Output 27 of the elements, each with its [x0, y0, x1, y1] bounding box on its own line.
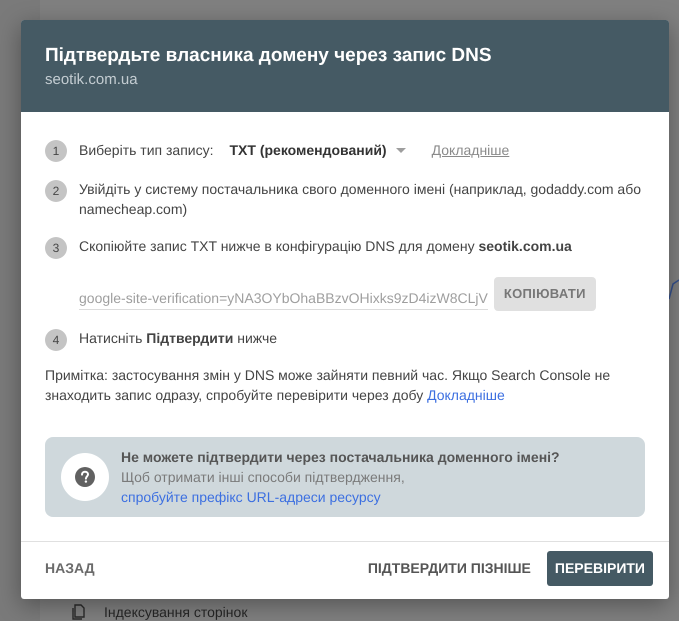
note-text: Примітка: застосування змін у DNS може зайняти певний час. Якщо Search Console не знаходить запис одразу, спробуйте перевірити через добу Докладніше	[45, 366, 612, 405]
verify-button[interactable]: ПЕРЕВІРИТИ	[546, 551, 653, 586]
url-prefix-link[interactable]: спробуйте префікс URL-адреси ресурсу	[121, 487, 560, 507]
chart-line-drawing	[669, 278, 679, 300]
back-button[interactable]: НАЗАД	[37, 551, 103, 586]
help-title: Не можете підтвердити через постачальника доменного імені?	[121, 448, 560, 467]
caret-icon	[396, 148, 406, 152]
question-icon	[61, 453, 109, 501]
dialog-subtitle: seotik.com.ua	[45, 70, 139, 90]
step-number: 2	[45, 180, 67, 202]
step-number: 1	[45, 140, 67, 162]
verification-record-field[interactable]: google-site-verification=yNA3OYbOhaBBzvOHixks9zD4izW8CLjV	[79, 278, 488, 310]
learn-more-link[interactable]: Докладніше	[432, 140, 510, 160]
step-text: Увійдіть у систему постачальника свого доменного імені (наприклад, godaddy.com або namecheap.com)	[79, 180, 642, 219]
nav-item-label[interactable]: Індексування сторінок	[104, 604, 248, 620]
learn-more-link[interactable]: Докладніше	[427, 387, 505, 403]
step-number: 3	[45, 237, 67, 259]
document-icon	[71, 604, 87, 620]
step-number: 4	[45, 329, 67, 351]
step-text: Скопіюйте запис TXT нижче в конфігурацію DNS для домену seotik.com.ua	[79, 237, 573, 256]
verify-later-button[interactable]: ПІДТВЕРДИТИ ПІЗНІШЕ	[360, 551, 539, 586]
step-text: Натисніть Підтвердити нижче	[79, 329, 278, 348]
record-type-select[interactable]: TXT (рекомендований)	[230, 140, 406, 160]
help-text: Щоб отримати інші способи підтвердження,	[121, 468, 406, 487]
dialog-title: Підтвердьте власника домену через запис DNS	[45, 44, 493, 68]
step-label: Виберіть тип запису:	[79, 141, 214, 160]
copy-button[interactable]: КОПІЮВАТИ	[494, 277, 596, 311]
